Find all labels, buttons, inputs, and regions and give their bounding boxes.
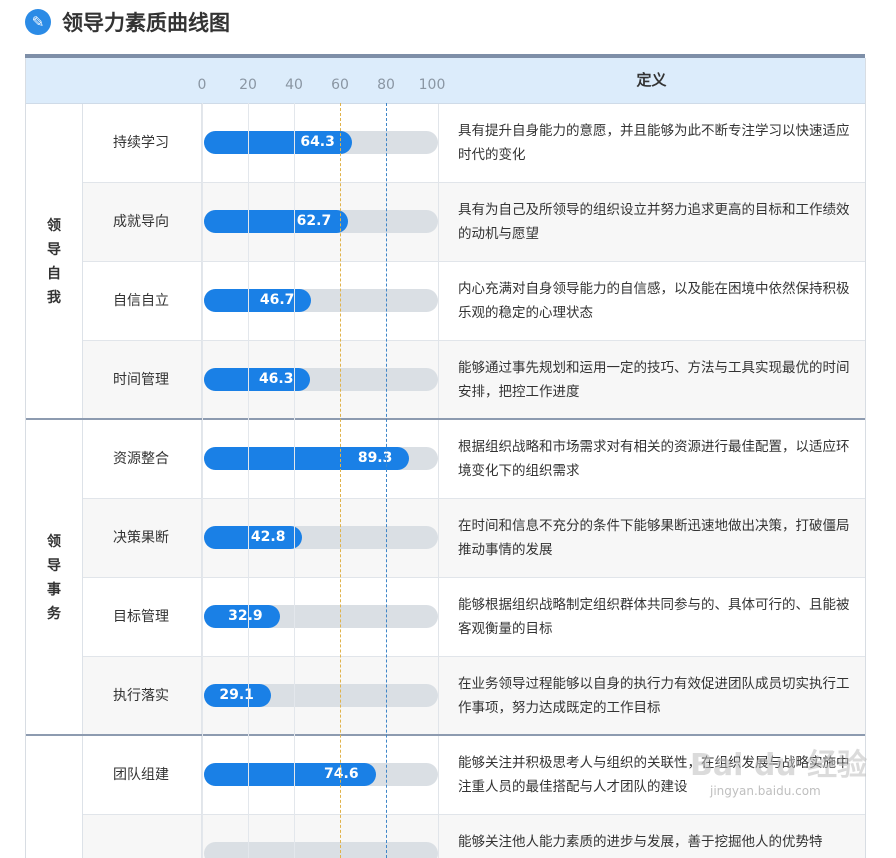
bar-cell: 62.7	[201, 183, 439, 261]
table-row: 团队组建 74.6 能够关注并积极思考人与组织的关联性，在组织发展与战略实施中注重人…	[83, 736, 865, 815]
table-header: 定义 0 20 40 60 80 100	[26, 58, 865, 104]
definition-text: 在时间和信息不充分的条件下能够果断迅速地做出决策，打破僵局推动事情的发展	[458, 518, 850, 558]
bar-track: 74.6	[204, 763, 438, 786]
bar-fill: 29.1	[204, 684, 271, 707]
group-cell: 领导事务	[26, 420, 83, 736]
bar-fill: 46.7	[204, 289, 312, 312]
reference-line-60	[340, 103, 341, 858]
axis-tick-label: 100	[418, 77, 446, 93]
table-row: 目标管理 32.9 能够根据组织战略制定组织群体共同参与的、具体可行的、且能被客观衡…	[83, 578, 865, 657]
bar-cell: 46.3	[201, 341, 439, 419]
page-title: 领导力素质曲线图	[62, 11, 230, 35]
bar-fill: 64.3	[204, 131, 352, 154]
grid-line	[294, 103, 295, 858]
bar-fill: 32.9	[204, 605, 280, 628]
bar-track: 32.9	[204, 605, 438, 628]
group-label: 领导自我	[47, 218, 61, 306]
bar-track: 64.3	[204, 131, 438, 154]
table-row: 执行落实 29.1 在业务领导过程能够以自身的执行力有效促进团队成员切实执行工作事项…	[83, 657, 865, 736]
table-row: 能够关注他人能力素质的进步与发展，善于挖掘他人的优势特	[83, 815, 865, 858]
competency-name: 团队组建	[113, 767, 169, 783]
bar-cell: 74.6	[201, 736, 439, 814]
definition-text: 具有为自己及所领导的组织设立并努力追求更高的目标和工作绩效的动机与愿望	[458, 202, 850, 242]
bar-cell: 64.3	[201, 104, 439, 182]
bar-fill: 89.3	[204, 447, 410, 470]
bar-cell	[201, 815, 439, 858]
definition-text: 能够根据组织战略制定组织群体共同参与的、具体可行的、且能被客观衡量的目标	[458, 597, 850, 637]
competency-name: 时间管理	[113, 372, 169, 388]
bar-cell: 89.3	[201, 420, 439, 498]
reference-line-80	[386, 103, 387, 858]
table-row: 时间管理 46.3 能够通过事先规划和运用一定的技巧、方法与工具实现最优的时间安排，…	[83, 341, 865, 420]
axis-tick-label: 0	[197, 77, 207, 93]
competency-name: 目标管理	[113, 609, 169, 625]
group-label: 领导事务	[47, 534, 61, 622]
definition-text: 能够关注他人能力素质的进步与发展，善于挖掘他人的优势特	[458, 834, 823, 850]
table-row: 决策果断 42.8 在时间和信息不充分的条件下能够果断迅速地做出决策，打破僵局推动事…	[83, 499, 865, 578]
bar-cell: 46.7	[201, 262, 439, 340]
definition-text: 内心充满对自身领导能力的自信感，以及能在困境中依然保持积极乐观的稳定的心理状态	[458, 281, 850, 321]
table-row: 持续学习 64.3 具有提升自身能力的意愿，并且能够为此不断专注学习以快速适应时代的…	[83, 104, 865, 183]
axis-tick-label: 60	[331, 77, 349, 93]
leaf-logo-icon: ✎	[25, 9, 51, 35]
definition-text: 根据组织战略和市场需求对有相关的资源进行最佳配置，以适应环境变化下的组织需求	[458, 439, 850, 479]
axis-tick-label: 20	[239, 77, 257, 93]
bar-track: 46.7	[204, 289, 438, 312]
competency-name: 成就导向	[113, 214, 169, 230]
bar-cell: 32.9	[201, 578, 439, 656]
definition-header: 定义	[636, 71, 667, 89]
grid-line	[202, 103, 203, 858]
bar-cell: 42.8	[201, 499, 439, 577]
bar-fill: 62.7	[204, 210, 349, 233]
competency-name: 自信自立	[113, 293, 169, 309]
bar-fill: 42.8	[204, 526, 303, 549]
competency-chart-table: 定义 0 20 40 60 80 100 领导自我 持续学习 64.3 具有提升自身能力的意愿，…	[25, 58, 866, 858]
bar-track: 46.3	[204, 368, 438, 391]
competency-name	[83, 815, 199, 858]
axis-tick-label: 80	[377, 77, 395, 93]
table-row: 自信自立 46.7 内心充满对自身领导能力的自信感，以及能在困境中依然保持积极乐观的…	[83, 262, 865, 341]
bar-track: 89.3	[204, 447, 438, 470]
bar-track: 42.8	[204, 526, 438, 549]
competency-name: 持续学习	[113, 135, 169, 151]
group-cell: 领导自我	[26, 104, 83, 420]
definition-text: 能够通过事先规划和运用一定的技巧、方法与工具实现最优的时间安排，把控工作进度	[458, 360, 850, 400]
table-row: 成就导向 62.7 具有为自己及所领导的组织设立并努力追求更高的目标和工作绩效的动机…	[83, 183, 865, 262]
competency-name: 决策果断	[113, 530, 169, 546]
bar-track: 62.7	[204, 210, 438, 233]
definition-text: 能够关注并积极思考人与组织的关联性，在组织发展与战略实施中注重人员的最佳搭配与人…	[458, 755, 850, 795]
definition-text: 在业务领导过程能够以自身的执行力有效促进团队成员切实执行工作事项，努力达成既定的…	[458, 676, 850, 716]
group-cell	[26, 736, 83, 858]
table-row: 资源整合 89.3 根据组织战略和市场需求对有相关的资源进行最佳配置，以适应环境变化…	[83, 420, 865, 499]
bar-fill: 74.6	[204, 763, 376, 786]
bar-cell: 29.1	[201, 657, 439, 735]
bar-track	[204, 842, 438, 858]
grid-line	[248, 103, 249, 858]
definition-text: 具有提升自身能力的意愿，并且能够为此不断专注学习以快速适应时代的变化	[458, 123, 850, 163]
competency-name: 执行落实	[113, 688, 169, 704]
axis-tick-label: 40	[285, 77, 303, 93]
bar-track: 29.1	[204, 684, 438, 707]
competency-name: 资源整合	[113, 451, 169, 467]
